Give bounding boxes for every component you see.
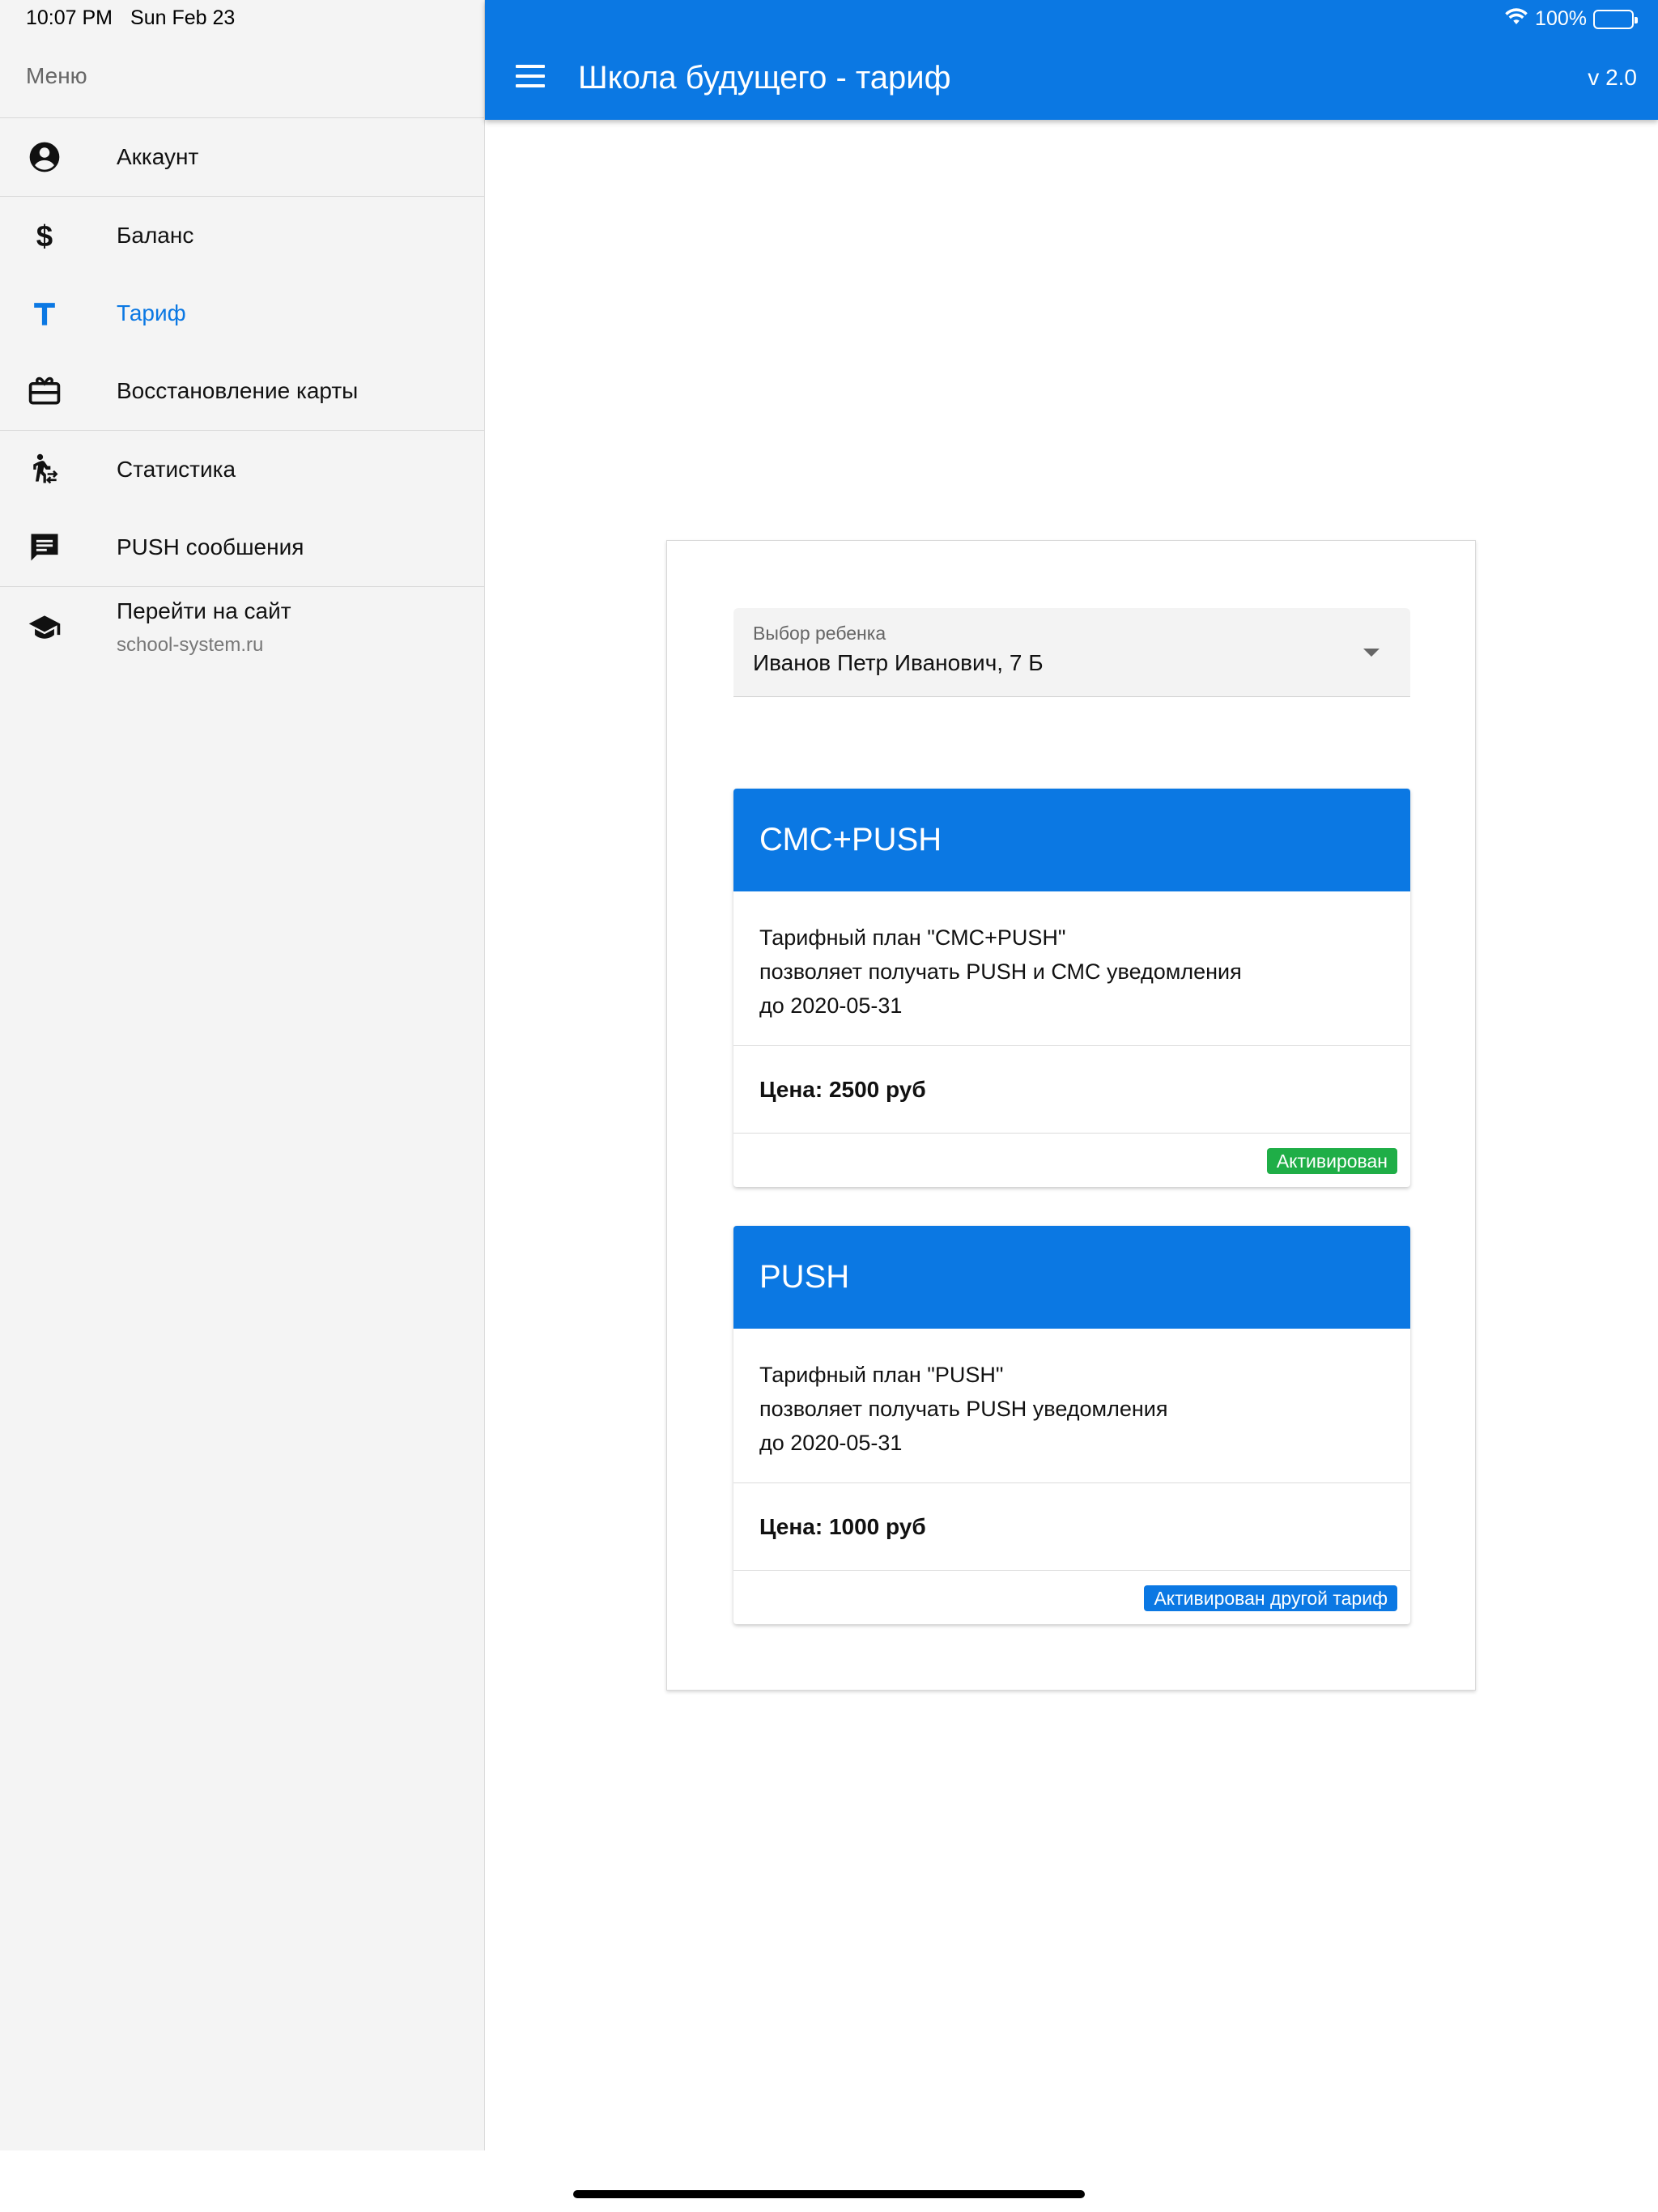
sidebar-item-label: Статистика [117,457,236,482]
sidebar-item-card-restore[interactable]: Восстановление карты [0,352,484,430]
battery-percent: 100% [1535,7,1587,30]
sidebar-item-label: Тариф [117,300,186,325]
menu-title: Меню [26,63,87,88]
sidebar-item-label: Баланс [117,223,194,248]
tariff-description-line: позволяет получать PUSH и СМС уведомлени… [759,959,1242,984]
status-bar-right: 100% [1504,6,1638,32]
sidebar-item-label: Восстановление карты [117,378,359,403]
sidebar-item-label: Перейти на сайт [117,598,291,623]
sidebar-item-statistics[interactable]: Статистика [0,431,484,508]
dollar-icon: $ [26,217,63,254]
sidebar-item-sublabel: school-system.ru [117,634,264,656]
child-select-label: Выбор ребенка [753,623,886,644]
home-indicator[interactable] [573,2190,1085,2198]
tariff-footer: Активирован другой тариф [733,1571,1410,1624]
wifi-icon [1504,6,1528,32]
svg-text:$: $ [36,219,53,253]
page-title: Школа будущего - тариф [578,60,951,96]
tariff-price: Цена: 1000 руб [733,1483,1410,1571]
battery-icon [1593,9,1638,29]
version-label: v 2.0 [1588,65,1637,90]
tariff-name: СМС+PUSH [733,789,1410,891]
card-gift-icon [26,372,63,410]
status-time: 10:07 PM [26,6,113,29]
message-icon [26,529,63,566]
child-select-value: Иванов Петр Иванович, 7 Б [753,650,1044,675]
school-cap-icon [26,609,63,646]
sidebar-item-balance[interactable]: $ Баланс [0,197,484,274]
tariff-t-icon [26,295,63,332]
sidebar-item-label: PUSH сообшения [117,534,304,559]
tariff-footer: Активирован [733,1134,1410,1187]
tariff-description-line: до 2020-05-31 [759,1431,903,1455]
status-badge: Активирован другой тариф [1144,1585,1397,1611]
walk-stats-icon [26,451,63,488]
chevron-down-icon [1363,649,1380,657]
tariff-card[interactable]: СМС+PUSH Тарифный план "СМС+PUSH" позвол… [733,789,1410,1187]
tariff-card[interactable]: PUSH Тарифный план "PUSH" позволяет полу… [733,1226,1410,1624]
sidebar: Меню Аккаунт $ Баланс Тариф Восстановлен… [0,0,485,2150]
sidebar-item-tariff[interactable]: Тариф [0,274,484,352]
sidebar-item-push-messages[interactable]: PUSH сообшения [0,508,484,586]
menu-list: Аккаунт $ Баланс Тариф Восстановление ка… [0,117,484,668]
tariff-name: PUSH [733,1226,1410,1329]
app-bar: Школа будущего - тариф v 2.0 [485,0,1658,120]
tariff-description-line: до 2020-05-31 [759,993,903,1018]
account-circle-icon [26,138,63,176]
menu-icon[interactable] [516,65,545,87]
tariff-description-line: позволяет получать PUSH уведомления [759,1397,1168,1421]
tariff-description: Тарифный план "СМС+PUSH" позволяет получ… [733,891,1410,1046]
tariff-price: Цена: 2500 руб [733,1046,1410,1134]
tariff-description-line: Тарифный план "СМС+PUSH" [759,925,1066,950]
sidebar-item-label: Аккаунт [117,144,199,169]
child-select[interactable]: Выбор ребенка Иванов Петр Иванович, 7 Б [733,608,1410,697]
status-bar-left: 10:07 PM Sun Feb 23 [26,6,235,30]
tariff-description-line: Тарифный план "PUSH" [759,1363,1004,1387]
status-badge: Активирован [1266,1148,1397,1174]
sidebar-item-website[interactable]: Перейти на сайт school-system.ru [0,587,484,668]
tariff-description: Тарифный план "PUSH" позволяет получать … [733,1329,1410,1483]
tariff-panel: Выбор ребенка Иванов Петр Иванович, 7 Б … [666,540,1476,1691]
sidebar-item-account[interactable]: Аккаунт [0,118,484,196]
status-date: Sun Feb 23 [130,6,236,29]
